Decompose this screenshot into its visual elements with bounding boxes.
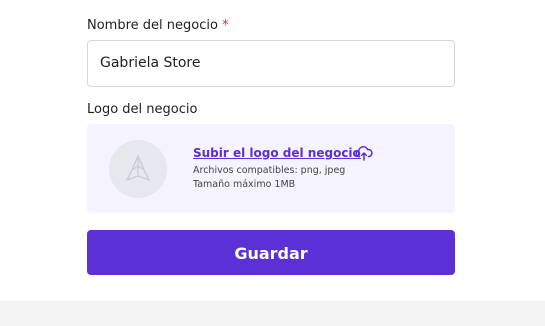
footer-band [0,301,545,326]
save-button[interactable]: Guardar [87,230,455,275]
business-name-value[interactable]: Gabriela Store [100,55,201,71]
store-logo-placeholder-icon [125,154,151,182]
business-name-label-text: Nombre del negocio [87,18,218,33]
upload-logo-link[interactable]: Subir el logo del negocio [193,146,361,160]
cloud-upload-icon[interactable] [355,145,373,161]
business-name-label: Nombre del negocio * [87,18,229,33]
size-hint: Tamaño máximo 1MB [193,179,296,190]
logo-upload-area[interactable]: Subir el logo del negocio Archivos compa… [87,124,455,213]
formats-hint: Archivos compatibles: png, jpeg [193,165,346,176]
logo-label: Logo del negocio [87,102,198,117]
required-asterisk: * [222,18,229,33]
business-name-field[interactable]: Gabriela Store [87,40,455,87]
logo-placeholder [109,140,167,198]
